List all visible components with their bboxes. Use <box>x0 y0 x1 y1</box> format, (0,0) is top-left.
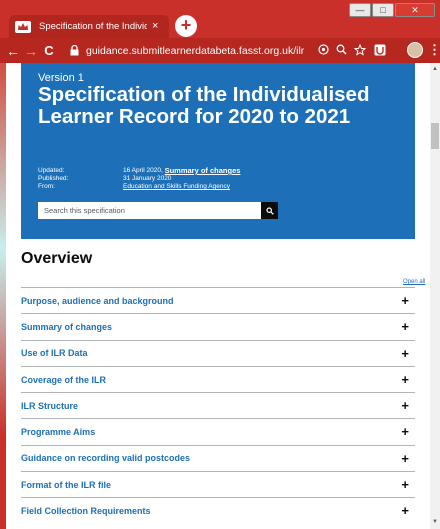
expand-plus-icon[interactable]: + <box>401 399 409 412</box>
document-metadata: Updated: 16 April 2020, Summary of chang… <box>38 167 240 191</box>
reload-icon[interactable]: C <box>40 43 58 58</box>
expand-plus-icon[interactable]: + <box>401 373 409 386</box>
accordion-section-label[interactable]: Purpose, audience and background <box>21 296 174 306</box>
accordion-section-label[interactable]: Format of the ILR file <box>21 480 111 490</box>
updated-value: 16 April 2020, <box>123 167 163 174</box>
accordion-section[interactable]: Summary of changes + <box>21 313 415 339</box>
bookmark-star-icon[interactable] <box>353 43 367 59</box>
back-arrow-icon[interactable]: ← <box>4 43 22 59</box>
zoom-icon[interactable] <box>336 44 347 58</box>
accordion-section-label[interactable]: ILR Structure <box>21 401 78 411</box>
expand-plus-icon[interactable]: + <box>401 347 409 360</box>
accordion-list: Purpose, audience and background + Summar… <box>21 287 415 524</box>
scroll-up-icon[interactable]: ▲ <box>430 65 440 74</box>
from-label: From: <box>38 183 55 190</box>
minimize-button[interactable]: — <box>349 3 371 17</box>
hero-banner: Version 1 Specification of the Individua… <box>21 63 415 239</box>
expand-plus-icon[interactable]: + <box>401 452 409 465</box>
close-window-button[interactable]: ✕ <box>395 3 435 17</box>
accordion-section[interactable]: Programme Aims + <box>21 418 415 444</box>
profile-avatar[interactable] <box>407 42 423 58</box>
browser-tab[interactable]: Specification of the Individualise × <box>9 15 169 38</box>
page-scrollbar[interactable]: ▲ ▼ <box>430 63 440 529</box>
accordion-section-label[interactable]: Field Collection Requirements <box>21 506 151 516</box>
search-button[interactable] <box>261 202 278 219</box>
maximize-button[interactable]: □ <box>372 3 394 17</box>
web-page: Version 1 Specification of the Individua… <box>6 63 430 529</box>
accordion-section-label[interactable]: Use of ILR Data <box>21 348 88 358</box>
page-title: Specification of the Individualised Lear… <box>38 83 370 128</box>
accordion-section[interactable]: Use of ILR Data + <box>21 339 415 366</box>
accordion-section-label[interactable]: Programme Aims <box>21 427 95 437</box>
new-tab-button[interactable]: + <box>175 15 197 37</box>
expand-plus-icon[interactable]: + <box>401 478 409 491</box>
search-input[interactable] <box>38 202 261 219</box>
address-bar[interactable]: guidance.submitlearnerdatabeta.fasst.org… <box>86 45 304 57</box>
scrollbar-thumb[interactable] <box>431 123 439 149</box>
accordion-section-label[interactable]: Coverage of the ILR <box>21 375 106 385</box>
browser-title-bar: Specification of the Individualise × + —… <box>0 0 440 38</box>
open-all-link[interactable]: Open all <box>403 279 425 285</box>
extension-icon[interactable] <box>374 44 386 59</box>
published-value: 31 January 2020 <box>123 175 172 182</box>
accordion-section[interactable]: ILR Structure + <box>21 392 415 418</box>
accordion-section-label[interactable]: Summary of changes <box>21 322 112 332</box>
accordion-section[interactable]: Purpose, audience and background + <box>21 287 415 313</box>
tab-close-icon[interactable]: × <box>152 21 158 32</box>
lock-icon[interactable] <box>70 45 80 57</box>
window-controls: — □ ✕ <box>349 3 435 17</box>
search-form <box>38 202 278 219</box>
published-label: Published: <box>38 175 69 182</box>
esfa-link[interactable]: Education and Skills Funding Agency <box>123 183 230 191</box>
accordion-section[interactable]: Format of the ILR file + <box>21 471 415 497</box>
tab-title: Specification of the Individualise <box>39 21 147 32</box>
search-icon <box>265 202 274 220</box>
accordion-section[interactable]: Field Collection Requirements + <box>21 497 415 523</box>
updated-label: Updated: <box>38 167 65 174</box>
accordion-section-label[interactable]: Guidance on recording valid postcodes <box>21 453 190 463</box>
cast-icon[interactable] <box>318 44 329 58</box>
expand-plus-icon[interactable]: + <box>401 320 409 333</box>
expand-plus-icon[interactable]: + <box>401 294 409 307</box>
summary-of-changes-link[interactable]: Summary of changes <box>165 167 241 175</box>
accordion-section[interactable]: Guidance on recording valid postcodes + <box>21 444 415 471</box>
crown-favicon-icon <box>15 20 31 33</box>
expand-plus-icon[interactable]: + <box>401 504 409 517</box>
expand-plus-icon[interactable]: + <box>401 425 409 438</box>
forward-arrow-icon[interactable]: → <box>22 43 40 59</box>
accordion-section[interactable]: Coverage of the ILR + <box>21 365 415 392</box>
scroll-down-icon[interactable]: ▼ <box>430 518 440 527</box>
overview-heading: Overview <box>21 250 93 267</box>
browser-menu-icon[interactable]: ⋮ <box>428 42 440 58</box>
